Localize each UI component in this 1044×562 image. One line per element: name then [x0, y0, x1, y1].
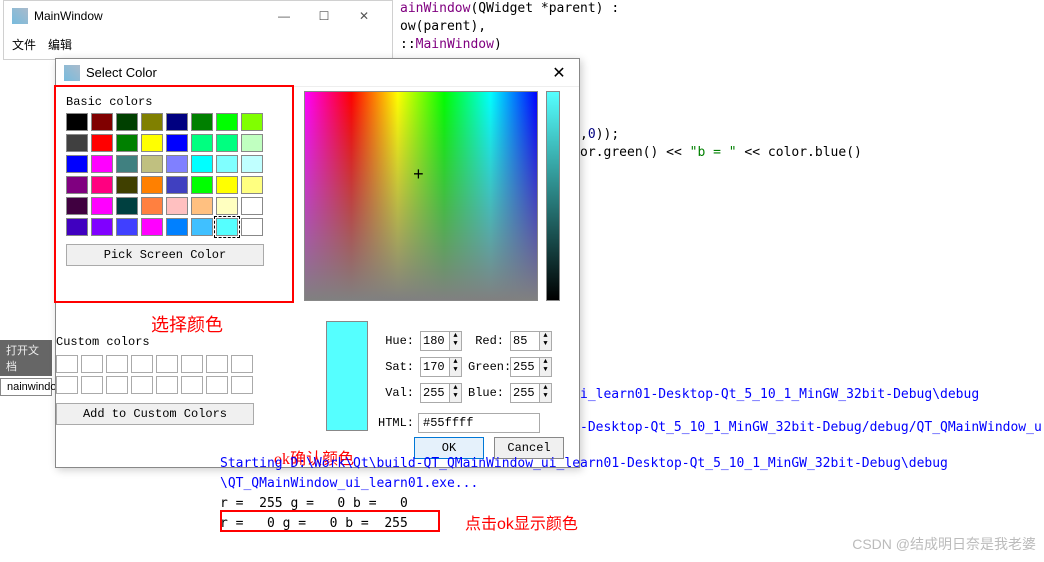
- watermark: CSDN @结成明日奈是我老婆: [852, 534, 1036, 554]
- custom-swatch[interactable]: [156, 355, 178, 373]
- custom-swatch[interactable]: [56, 355, 78, 373]
- hue-spinner[interactable]: ▲▼: [450, 331, 462, 351]
- dialog-titlebar[interactable]: Select Color ✕: [56, 59, 579, 87]
- custom-swatch[interactable]: [106, 355, 128, 373]
- annotation-box-basic: [54, 85, 294, 303]
- mainwin-title: MainWindow: [34, 9, 264, 23]
- color-dialog: Select Color ✕ Basic colors Pick Screen …: [55, 58, 580, 468]
- custom-swatch[interactable]: [131, 355, 153, 373]
- custom-swatch[interactable]: [131, 376, 153, 394]
- close-icon[interactable]: ✕: [547, 63, 571, 83]
- close-button[interactable]: ✕: [344, 9, 384, 23]
- dialog-icon: [64, 65, 80, 81]
- console-line-3: Starting D:\Work\Qt\build-QT_QMainWindow…: [220, 454, 948, 474]
- html-input[interactable]: [418, 413, 540, 433]
- value-slider[interactable]: [546, 91, 560, 301]
- color-preview: [326, 321, 368, 431]
- sat-label: Sat:: [378, 360, 416, 374]
- maximize-button[interactable]: ☐: [304, 9, 344, 23]
- val-input[interactable]: [420, 383, 450, 403]
- sat-input[interactable]: [420, 357, 450, 377]
- console-line-4: \QT_QMainWindow_ui_learn01.exe...: [220, 474, 478, 494]
- annotation-select: 选择颜色: [151, 311, 223, 337]
- sat-spinner[interactable]: ▲▼: [450, 357, 462, 377]
- val-label: Val:: [378, 386, 416, 400]
- custom-swatch[interactable]: [206, 355, 228, 373]
- hue-label: Hue:: [378, 334, 416, 348]
- green-label: Green:: [468, 360, 506, 374]
- custom-swatch[interactable]: [181, 355, 203, 373]
- custom-swatch[interactable]: [181, 376, 203, 394]
- custom-color-swatches: [56, 355, 253, 394]
- hue-input[interactable]: [420, 331, 450, 351]
- minimize-button[interactable]: —: [264, 9, 304, 23]
- blue-input[interactable]: [510, 383, 540, 403]
- mainwin-titlebar[interactable]: MainWindow — ☐ ✕: [4, 1, 392, 31]
- custom-swatch[interactable]: [231, 355, 253, 373]
- dialog-title: Select Color: [86, 65, 547, 80]
- html-label: HTML:: [378, 416, 414, 430]
- green-spinner[interactable]: ▲▼: [540, 357, 552, 377]
- val-spinner[interactable]: ▲▼: [450, 383, 462, 403]
- annotation-click: 点击ok显示颜色: [465, 510, 578, 534]
- custom-colors-label: Custom colors: [56, 335, 150, 349]
- console-line-2: -Desktop-Qt_5_10_1_MinGW_32bit-Debug/deb…: [580, 418, 1042, 438]
- console-output: i_learn01-Desktop-Qt_5_10_1_MinGW_32bit-…: [220, 390, 236, 530]
- green-input[interactable]: [510, 357, 540, 377]
- blue-spinner[interactable]: ▲▼: [540, 383, 552, 403]
- app-icon: [12, 8, 28, 24]
- main-window: MainWindow — ☐ ✕ 文件 编辑: [3, 0, 393, 60]
- blue-label: Blue:: [468, 386, 506, 400]
- menubar: 文件 编辑: [4, 31, 392, 57]
- annotation-box-output: [220, 510, 440, 532]
- color-values: Hue: ▲▼ Red: ▲▼ Sat: ▲▼ Green: ▲▼ Val: ▲…: [378, 331, 554, 403]
- red-input[interactable]: [510, 331, 540, 351]
- custom-swatch[interactable]: [156, 376, 178, 394]
- red-label: Red:: [468, 334, 506, 348]
- menu-edit[interactable]: 编辑: [48, 36, 72, 53]
- crosshair-icon: +: [413, 170, 424, 182]
- hue-sat-picker[interactable]: +: [304, 91, 538, 301]
- custom-swatch[interactable]: [56, 376, 78, 394]
- custom-swatch[interactable]: [81, 376, 103, 394]
- tab-open-doc[interactable]: 打开文档: [0, 340, 52, 376]
- red-spinner[interactable]: ▲▼: [540, 331, 552, 351]
- window-buttons: — ☐ ✕: [264, 9, 384, 23]
- tab-mainwindow[interactable]: nainwindo: [0, 378, 52, 396]
- left-tabs: 打开文档 nainwindo: [0, 340, 52, 398]
- custom-swatch[interactable]: [106, 376, 128, 394]
- custom-swatch[interactable]: [81, 355, 103, 373]
- menu-file[interactable]: 文件: [12, 36, 36, 53]
- console-line-1: i_learn01-Desktop-Qt_5_10_1_MinGW_32bit-…: [580, 385, 979, 405]
